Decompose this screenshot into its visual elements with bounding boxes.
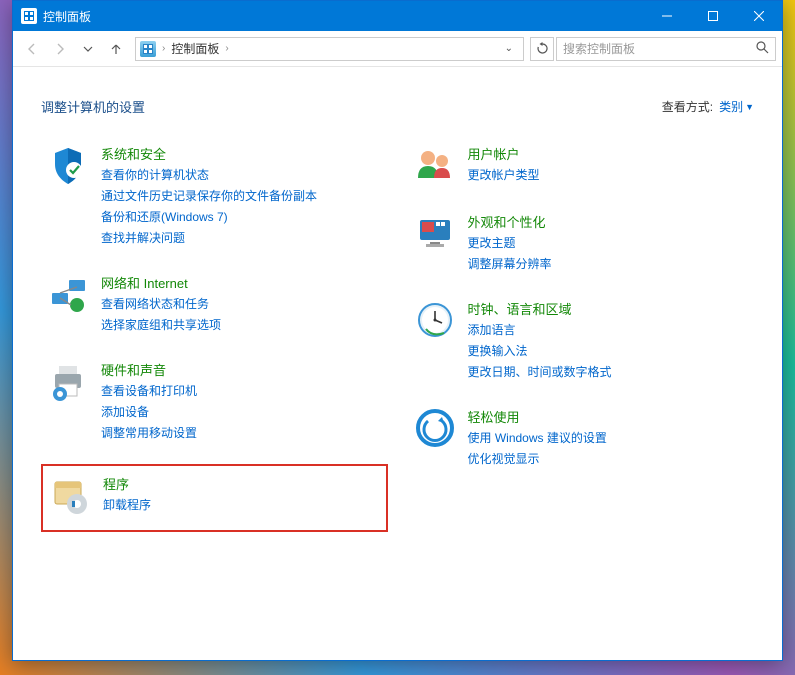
category-link[interactable]: 更换输入法 <box>468 342 612 360</box>
category-title[interactable]: 轻松使用 <box>468 407 607 426</box>
close-button[interactable] <box>736 1 782 31</box>
breadcrumb-dropdown[interactable]: ⌄ <box>499 43 519 54</box>
category-title[interactable]: 硬件和声音 <box>101 360 197 379</box>
category-link[interactable]: 查看设备和打印机 <box>101 382 197 400</box>
category-body: 用户帐户更改帐户类型 <box>468 144 540 186</box>
breadcrumb-item[interactable]: 控制面板 <box>171 40 219 57</box>
category-network: 网络和 Internet 查看网络状态和任务选择家庭组和共享选项 <box>41 269 388 338</box>
recent-locations-button[interactable] <box>75 36 101 62</box>
content-header: 调整计算机的设置 查看方式: 类别 ▼ <box>41 97 754 116</box>
category-programs: 程序卸载程序 <box>41 464 388 532</box>
up-button[interactable] <box>103 36 129 62</box>
category-clock: 时钟、语言和区域添加语言更换输入法更改日期、时间或数字格式 <box>408 295 755 385</box>
category-title[interactable]: 时钟、语言和区域 <box>468 299 612 318</box>
search-box[interactable] <box>556 37 776 61</box>
category-ease: 轻松使用使用 Windows 建议的设置优化视觉显示 <box>408 403 755 472</box>
refresh-button[interactable] <box>530 37 554 61</box>
category-link[interactable]: 更改主题 <box>468 234 552 252</box>
title-bar: 控制面板 <box>13 1 782 31</box>
category-link[interactable]: 卸载程序 <box>103 496 151 514</box>
ease-icon[interactable] <box>414 407 456 449</box>
back-button[interactable] <box>19 36 45 62</box>
view-by-label: 查看方式: <box>662 98 713 115</box>
category-link[interactable]: 更改帐户类型 <box>468 166 540 184</box>
control-panel-window: 控制面板 › 控制面板 › ⌄ <box>12 0 783 661</box>
category-body: 轻松使用使用 Windows 建议的设置优化视觉显示 <box>468 407 607 468</box>
category-link[interactable]: 查看你的计算机状态 <box>101 166 317 184</box>
category-link[interactable]: 备份和还原(Windows 7) <box>101 208 317 226</box>
category-body: 时钟、语言和区域添加语言更换输入法更改日期、时间或数字格式 <box>468 299 612 381</box>
category-link[interactable]: 添加设备 <box>101 403 197 421</box>
forward-button[interactable] <box>47 36 73 62</box>
minimize-button[interactable] <box>644 1 690 31</box>
window-title: 控制面板 <box>43 8 91 25</box>
category-shield: 系统和安全查看你的计算机状态通过文件历史记录保存你的文件备份副本备份和还原(Wi… <box>41 140 388 251</box>
view-by-dropdown[interactable]: 类别 ▼ <box>719 98 754 115</box>
search-icon[interactable] <box>756 41 769 57</box>
breadcrumb-control-panel-icon <box>140 41 156 57</box>
category-grid: 系统和安全查看你的计算机状态通过文件历史记录保存你的文件备份副本备份和还原(Wi… <box>41 140 754 532</box>
printer-icon[interactable] <box>47 360 89 402</box>
search-input[interactable] <box>563 42 756 56</box>
category-link[interactable]: 更改日期、时间或数字格式 <box>468 363 612 381</box>
maximize-button[interactable] <box>690 1 736 31</box>
category-title[interactable]: 程序 <box>103 474 151 493</box>
category-body: 系统和安全查看你的计算机状态通过文件历史记录保存你的文件备份副本备份和还原(Wi… <box>101 144 317 247</box>
category-title[interactable]: 外观和个性化 <box>468 212 552 231</box>
chevron-right-icon: › <box>223 43 230 54</box>
clock-icon[interactable] <box>414 299 456 341</box>
view-by: 查看方式: 类别 ▼ <box>662 98 754 115</box>
page-title: 调整计算机的设置 <box>41 97 145 116</box>
category-link[interactable]: 查找并解决问题 <box>101 229 317 247</box>
users-icon[interactable] <box>414 144 456 186</box>
category-link[interactable]: 添加语言 <box>468 321 612 339</box>
content-area: 调整计算机的设置 查看方式: 类别 ▼ 系统和安全查看你的计算机状态通过文件历史… <box>13 67 782 660</box>
category-link[interactable]: 调整常用移动设置 <box>101 424 197 442</box>
programs-icon[interactable] <box>49 474 91 516</box>
nav-bar: › 控制面板 › ⌄ <box>13 31 782 67</box>
chevron-right-icon: › <box>160 43 167 54</box>
category-body: 程序卸载程序 <box>103 474 151 516</box>
category-title[interactable]: 网络和 Internet <box>101 273 221 292</box>
control-panel-icon <box>21 8 37 24</box>
category-link[interactable]: 查看网络状态和任务 <box>101 295 221 313</box>
category-link[interactable]: 选择家庭组和共享选项 <box>101 316 221 334</box>
category-printer: 硬件和声音查看设备和打印机添加设备调整常用移动设置 <box>41 356 388 446</box>
category-body: 外观和个性化更改主题调整屏幕分辨率 <box>468 212 552 273</box>
breadcrumb[interactable]: › 控制面板 › ⌄ <box>135 37 524 61</box>
display-icon[interactable] <box>414 212 456 254</box>
shield-icon[interactable] <box>47 144 89 186</box>
category-link[interactable]: 使用 Windows 建议的设置 <box>468 429 607 447</box>
category-users: 用户帐户更改帐户类型 <box>408 140 755 190</box>
category-title[interactable]: 系统和安全 <box>101 144 317 163</box>
category-title[interactable]: 用户帐户 <box>468 144 540 163</box>
category-body: 硬件和声音查看设备和打印机添加设备调整常用移动设置 <box>101 360 197 442</box>
category-link[interactable]: 调整屏幕分辨率 <box>468 255 552 273</box>
category-link[interactable]: 优化视觉显示 <box>468 450 607 468</box>
category-link[interactable]: 通过文件历史记录保存你的文件备份副本 <box>101 187 317 205</box>
caret-down-icon: ▼ <box>745 102 754 112</box>
network-icon[interactable] <box>47 273 89 315</box>
category-body: 网络和 Internet 查看网络状态和任务选择家庭组和共享选项 <box>101 273 221 334</box>
category-display: 外观和个性化更改主题调整屏幕分辨率 <box>408 208 755 277</box>
